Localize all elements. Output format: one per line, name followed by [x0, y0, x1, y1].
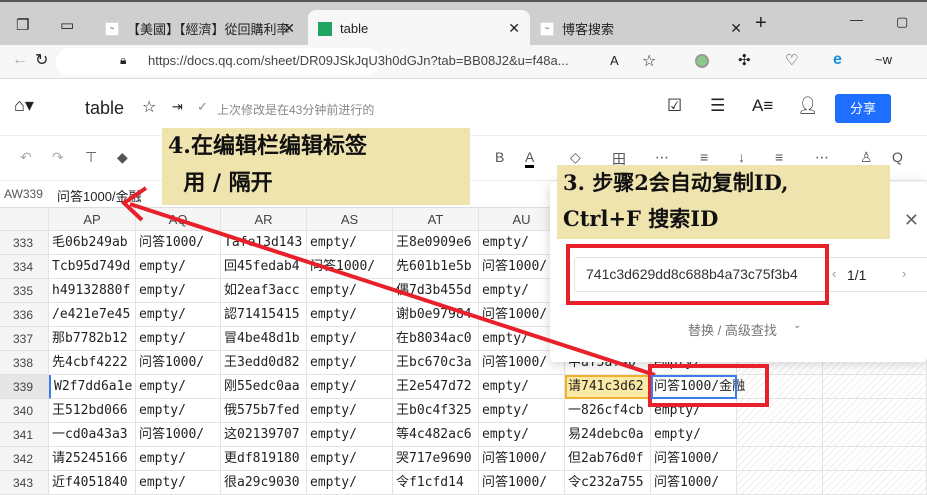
active-cell[interactable]: 问答1000/金融	[651, 375, 745, 399]
arrow-line	[129, 202, 656, 377]
annotation-arrow	[120, 186, 656, 377]
